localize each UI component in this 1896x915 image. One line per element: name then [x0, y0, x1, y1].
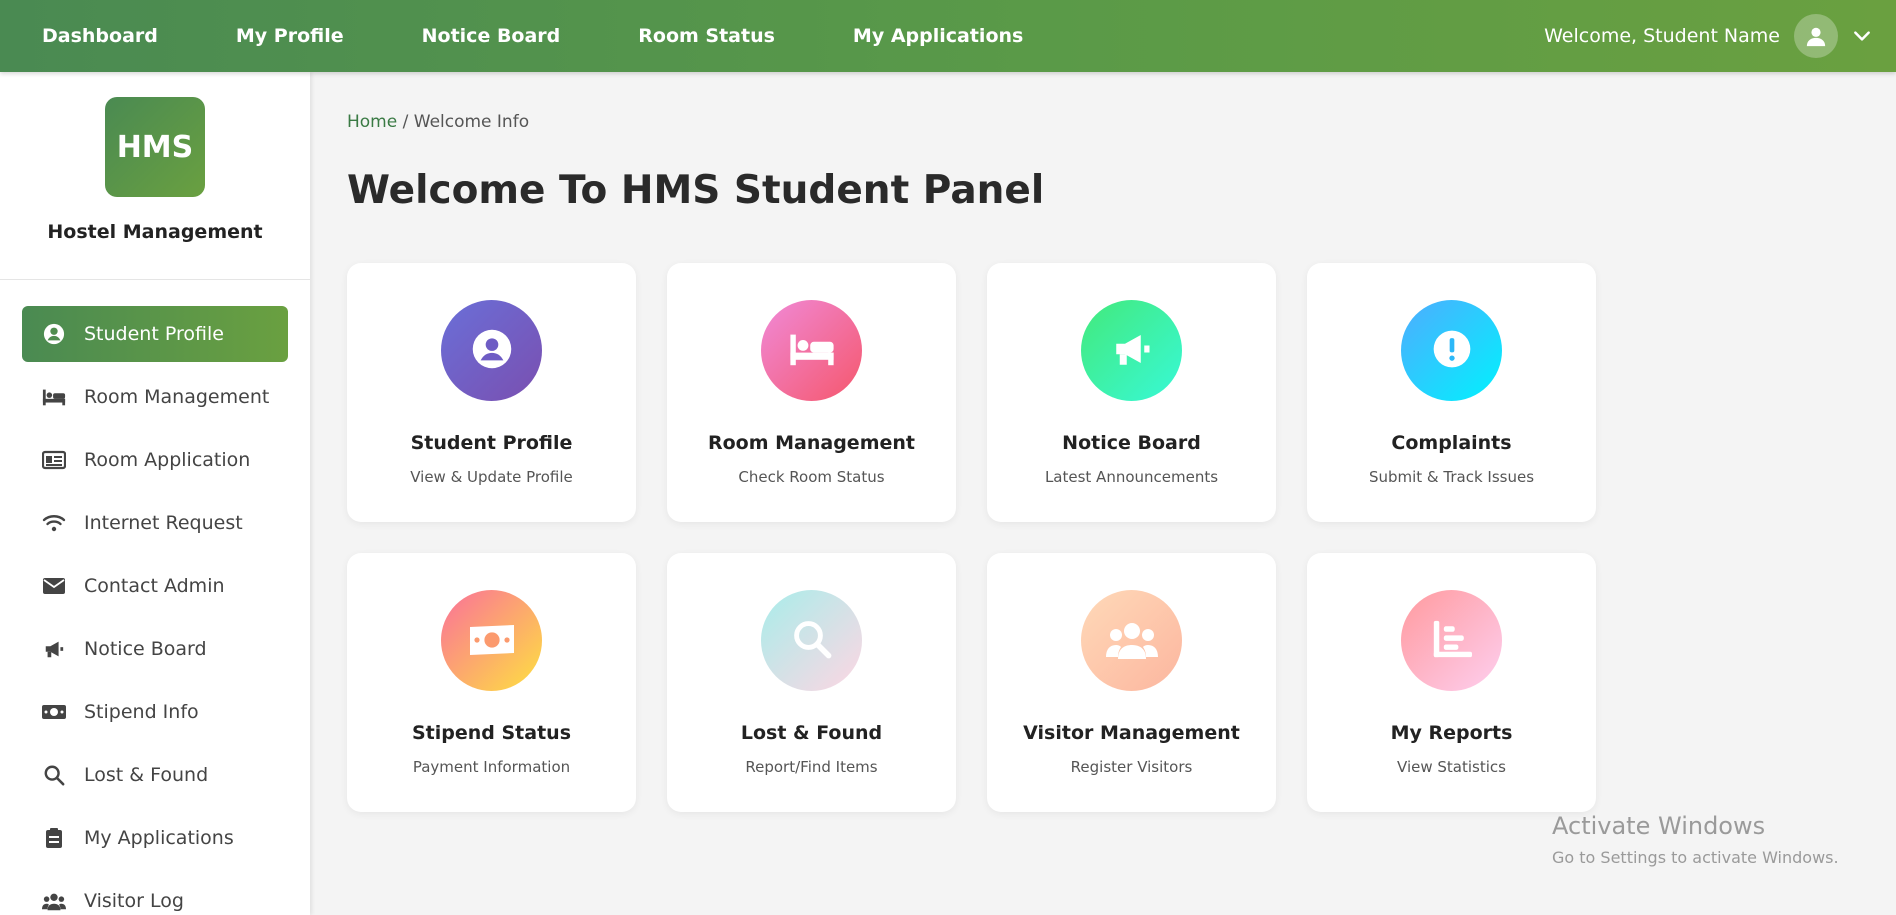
card-icon-circle [1401, 590, 1502, 691]
card-visitor-management[interactable]: Visitor Management Register Visitors [987, 553, 1276, 812]
hms-logo: HMS [105, 97, 205, 197]
activate-windows-watermark: Activate Windows Go to Settings to activ… [1552, 812, 1839, 867]
card-title: Room Management [707, 432, 915, 454]
sidebar-item-label: Lost & Found [84, 764, 209, 786]
user-icon[interactable] [1794, 14, 1838, 58]
sidebar-item-label: Stipend Info [84, 701, 199, 723]
sidebar-item-room-management[interactable]: Room Management [22, 369, 288, 425]
welcome-text: Welcome, Student Name [1544, 25, 1780, 47]
card-title: Lost & Found [740, 722, 883, 744]
sidebar-item-label: Room Management [84, 386, 270, 408]
search-icon [791, 618, 833, 664]
card-title: Student Profile [410, 432, 573, 454]
dashboard-cards: Student Profile View & Update Profile Ro… [347, 263, 1896, 812]
card-icon-circle [441, 590, 542, 691]
page-title: Welcome To HMS Student Panel [347, 168, 1045, 213]
card-icon-circle [1081, 300, 1182, 401]
user-circle-icon [471, 328, 513, 374]
bed-icon [42, 385, 66, 409]
card-title: Visitor Management [1023, 722, 1240, 744]
breadcrumb-separator: / [397, 112, 414, 132]
watermark-subtitle: Go to Settings to activate Windows. [1552, 848, 1839, 867]
card-subtitle: View Statistics [1397, 758, 1506, 776]
breadcrumb-current: Welcome Info [413, 112, 530, 132]
card-my-reports[interactable]: My Reports View Statistics [1307, 553, 1596, 812]
card-room-management[interactable]: Room Management Check Room Status [667, 263, 956, 522]
sidebar-item-contact-admin[interactable]: Contact Admin [22, 558, 288, 614]
money-icon [42, 700, 66, 724]
chevron-down-icon[interactable] [1850, 24, 1874, 48]
card-complaints[interactable]: Complaints Submit & Track Issues [1307, 263, 1596, 522]
sidebar-item-label: My Applications [84, 827, 234, 849]
megaphone-icon [1111, 328, 1153, 374]
sidebar-item-my-applications[interactable]: My Applications [22, 810, 288, 866]
envelope-icon [42, 574, 66, 598]
sidebar-item-label: Visitor Log [84, 890, 184, 912]
users-icon [1105, 619, 1158, 663]
sidebar-menu: Student Profile Room Management Room App… [0, 280, 310, 915]
sidebar-item-label: Contact Admin [84, 575, 225, 597]
card-subtitle: Submit & Track Issues [1368, 468, 1535, 486]
nav-my-profile[interactable]: My Profile [236, 25, 344, 47]
bed-icon [787, 331, 837, 371]
card-subtitle: Latest Announcements [1044, 468, 1219, 486]
user-circle-icon [42, 322, 66, 346]
sidebar-item-notice-board[interactable]: Notice Board [22, 621, 288, 677]
breadcrumb-home-link[interactable]: Home [347, 112, 397, 132]
sidebar-brand: HMS Hostel Management [0, 72, 310, 280]
card-icon-circle [441, 300, 542, 401]
id-card-icon [42, 448, 66, 472]
search-icon [42, 763, 66, 787]
sidebar-item-label: Student Profile [84, 323, 224, 345]
nav-room-status[interactable]: Room Status [638, 25, 775, 47]
sidebar-item-label: Internet Request [84, 512, 243, 534]
card-title: Complaints [1391, 432, 1512, 454]
sidebar-item-room-application[interactable]: Room Application [22, 432, 288, 488]
card-subtitle: View & Update Profile [410, 468, 573, 486]
exclamation-circle-icon [1432, 329, 1472, 373]
sidebar-item-internet-request[interactable]: Internet Request [22, 495, 288, 551]
nav-notice-board[interactable]: Notice Board [422, 25, 561, 47]
users-icon [42, 889, 66, 913]
card-title: Stipend Status [411, 722, 571, 744]
breadcrumb: Home / Welcome Info [347, 112, 1896, 132]
sidebar-item-label: Room Application [84, 449, 251, 471]
top-nav-links: Dashboard My Profile Notice Board Room S… [0, 25, 1101, 47]
card-title: My Reports [1390, 722, 1513, 744]
sidebar-item-lost-found[interactable]: Lost & Found [22, 747, 288, 803]
top-navbar: Dashboard My Profile Notice Board Room S… [0, 0, 1896, 72]
sidebar: HMS Hostel Management Student Profile Ro… [0, 72, 310, 915]
clipboard-icon [42, 826, 66, 850]
user-menu[interactable]: Welcome, Student Name [1544, 0, 1874, 72]
sidebar-item-label: Notice Board [84, 638, 207, 660]
nav-my-applications[interactable]: My Applications [853, 25, 1023, 47]
card-icon-circle [1401, 300, 1502, 401]
card-title: Notice Board [1062, 432, 1201, 454]
card-student-profile[interactable]: Student Profile View & Update Profile [347, 263, 636, 522]
megaphone-icon [42, 637, 66, 661]
card-subtitle: Report/Find Items [745, 758, 878, 776]
card-icon-circle [761, 590, 862, 691]
card-icon-circle [1081, 590, 1182, 691]
card-notice-board[interactable]: Notice Board Latest Announcements [987, 263, 1276, 522]
nav-dashboard[interactable]: Dashboard [42, 25, 158, 47]
card-subtitle: Check Room Status [738, 468, 885, 486]
card-lost-found[interactable]: Lost & Found Report/Find Items [667, 553, 956, 812]
main-content: Home / Welcome Info Welcome To HMS Stude… [347, 72, 1896, 812]
card-subtitle: Register Visitors [1070, 758, 1193, 776]
watermark-title: Activate Windows [1552, 812, 1766, 840]
sidebar-item-stipend-info[interactable]: Stipend Info [22, 684, 288, 740]
chart-icon [1430, 619, 1474, 663]
card-icon-circle [761, 300, 862, 401]
card-stipend-status[interactable]: Stipend Status Payment Information [347, 553, 636, 812]
brand-name: Hostel Management [47, 221, 263, 243]
money-icon [468, 620, 516, 662]
wifi-icon [42, 511, 66, 535]
card-subtitle: Payment Information [412, 758, 571, 776]
sidebar-item-visitor-log[interactable]: Visitor Log [22, 873, 288, 915]
sidebar-item-student-profile[interactable]: Student Profile [22, 306, 288, 362]
